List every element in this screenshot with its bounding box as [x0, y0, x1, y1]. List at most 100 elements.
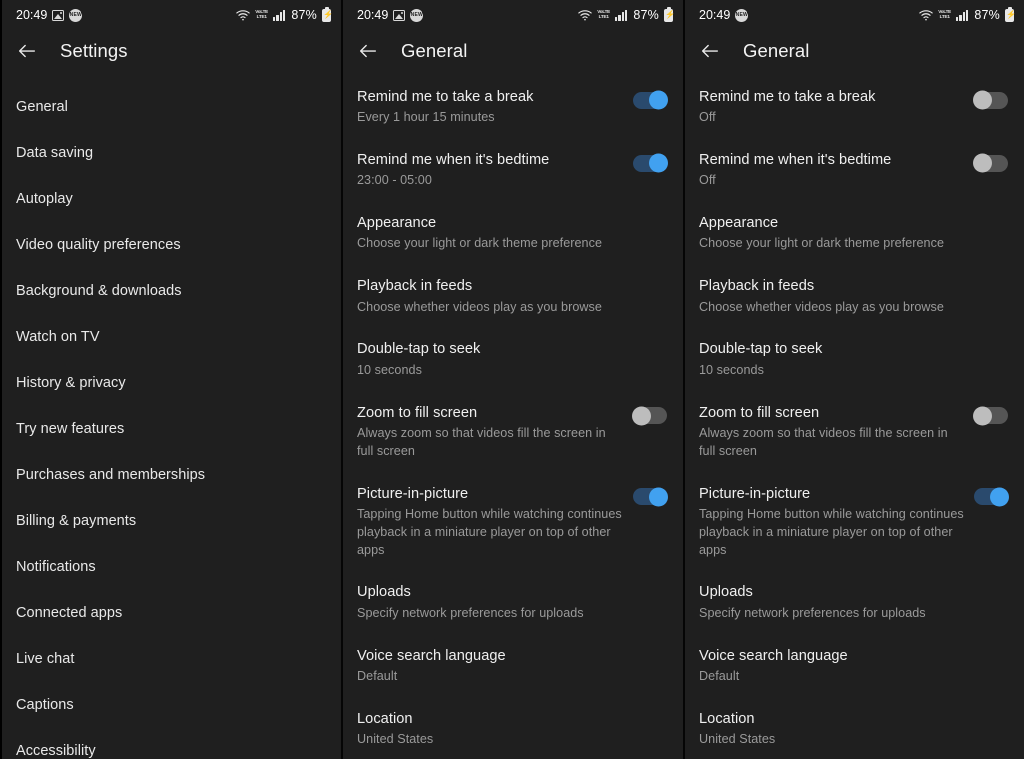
back-arrow-icon[interactable] — [16, 40, 38, 62]
preference-text: Remind me when it's bedtime Off — [699, 151, 974, 190]
image-icon — [393, 9, 406, 21]
preference-subtitle: United States — [357, 731, 434, 746]
preference-row[interactable]: Double-tap to seek 10 seconds — [685, 328, 1024, 391]
multi-screen-container: 20:49 NEW VoLTELTE1 87% Settings General Data … — [0, 0, 1024, 759]
preference-subtitle: Tapping Home button while watching conti… — [357, 506, 622, 557]
preference-row[interactable]: Zoom to fill screen Always zoom so that v… — [685, 392, 1024, 473]
status-bar-clock: 20:49 — [16, 8, 48, 22]
signal-bars-icon — [615, 9, 628, 21]
sidebar-item-captions[interactable]: Captions — [2, 682, 341, 728]
sidebar-item-label: History & privacy — [16, 375, 126, 391]
preference-text: Uploads Specify network preferences for u… — [357, 583, 667, 622]
preference-row[interactable]: Uploads Specify network preferences for u… — [343, 571, 683, 634]
sidebar-item-label: General — [16, 99, 68, 115]
preference-subtitle: Always zoom so that videos fill the scre… — [357, 425, 606, 458]
signal-bars-icon — [956, 9, 969, 21]
preference-row[interactable]: Appearance Choose your light or dark them… — [343, 202, 683, 265]
preference-title: Remind me to take a break — [357, 89, 534, 105]
sidebar-item-autoplay[interactable]: Autoplay — [2, 176, 341, 222]
preference-text: Picture-in-picture Tapping Home button wh… — [699, 485, 974, 560]
preference-row[interactable]: Location United States — [685, 698, 1024, 759]
sidebar-item-notifications[interactable]: Notifications — [2, 544, 341, 590]
toggle-switch-off[interactable] — [973, 406, 1008, 426]
status-bar-left: 20:49 NEW — [357, 8, 424, 22]
preference-row[interactable]: Remind me when it's bedtime Off — [685, 139, 1024, 202]
preference-subtitle: 10 seconds — [699, 362, 764, 377]
preference-text: Appearance Choose your light or dark them… — [357, 214, 667, 253]
preference-row[interactable]: Zoom to fill screen Always zoom so that v… — [343, 392, 683, 473]
preference-title: Zoom to fill screen — [357, 404, 478, 421]
toggle-thumb — [649, 487, 668, 507]
general-panel-reminders-on: 20:49 NEW VoLTELTE1 87% General Remind me to … — [341, 0, 683, 759]
preference-subtitle: Default — [699, 668, 740, 683]
sidebar-item-label: Connected apps — [16, 605, 123, 621]
app-bar: General — [685, 30, 1024, 72]
sidebar-item-general[interactable]: General — [2, 84, 341, 130]
preference-title: Picture-in-picture — [699, 485, 811, 502]
preference-row[interactable]: Remind me to take a break Every 1 hour 15… — [343, 76, 683, 139]
settings-panel: 20:49 NEW VoLTELTE1 87% Settings General Data … — [0, 0, 341, 759]
sidebar-item-data-saving[interactable]: Data saving — [2, 130, 341, 176]
sidebar-item-accessibility[interactable]: Accessibility — [2, 728, 341, 759]
sidebar-item-label: Accessibility — [16, 743, 96, 759]
preference-row[interactable]: Voice search language Default — [685, 635, 1024, 698]
toggle-thumb — [973, 90, 992, 110]
toggle-switch-off[interactable] — [973, 153, 1008, 173]
toggle-thumb — [990, 487, 1009, 507]
preference-title: Playback in feeds — [357, 278, 473, 295]
app-bar: Settings — [2, 30, 341, 72]
sidebar-item-live-chat[interactable]: Live chat — [2, 636, 341, 682]
preference-control — [973, 88, 1008, 110]
toggle-switch-on[interactable] — [633, 487, 668, 507]
preference-subtitle: Tapping Home button while watching conti… — [699, 506, 964, 557]
battery-icon — [1005, 8, 1014, 22]
preference-row[interactable]: Voice search language Default — [343, 635, 683, 698]
signal-bars-icon — [273, 9, 286, 21]
preference-text: Playback in feeds Choose whether videos p… — [357, 277, 667, 316]
status-bar: 20:49 NEW VoLTE LTE1 87% — [2, 0, 341, 30]
preference-control — [633, 88, 668, 110]
toggle-switch-off[interactable] — [632, 406, 667, 426]
status-bar-left: 20:49 NEW — [699, 8, 749, 22]
preference-row[interactable]: Picture-in-picture Tapping Home button wh… — [343, 473, 683, 572]
status-bar-right: VoLTE LTE1 87% — [919, 8, 1014, 22]
back-arrow-icon[interactable] — [699, 40, 721, 62]
preference-subtitle: Choose whether videos play as you browse — [699, 299, 944, 314]
toggle-switch-on[interactable] — [633, 153, 668, 173]
page-title: General — [743, 40, 810, 61]
toggle-switch-off[interactable] — [973, 90, 1008, 110]
preference-subtitle: Off — [699, 173, 716, 188]
back-arrow-icon[interactable] — [357, 40, 379, 62]
preference-row[interactable]: Playback in feeds Choose whether videos p… — [343, 265, 683, 328]
sidebar-item-video-quality-preferences[interactable]: Video quality preferences — [2, 222, 341, 268]
preference-subtitle: Specify network preferences for uploads — [357, 605, 584, 620]
sidebar-item-connected-apps[interactable]: Connected apps — [2, 590, 341, 636]
sidebar-item-label: Purchases and memberships — [16, 467, 206, 483]
sidebar-item-billing-payments[interactable]: Billing & payments — [2, 498, 341, 544]
status-bar: 20:49 NEW VoLTE LTE1 87% — [685, 0, 1024, 30]
preference-text: Voice search language Default — [357, 647, 667, 686]
sidebar-item-watch-on-tv[interactable]: Watch on TV — [2, 314, 341, 360]
sidebar-item-purchases-and-memberships[interactable]: Purchases and memberships — [2, 452, 341, 498]
toggle-thumb — [973, 153, 992, 173]
preference-row[interactable]: Double-tap to seek 10 seconds — [343, 328, 683, 391]
preference-row[interactable]: Location United States — [343, 698, 683, 759]
preference-subtitle: Choose your light or dark theme preferen… — [357, 236, 603, 251]
preference-row[interactable]: Remind me when it's bedtime 23:00 - 05:00 — [343, 139, 683, 202]
sidebar-item-label: Data saving — [16, 145, 94, 161]
sidebar-item-background-downloads[interactable]: Background & downloads — [2, 268, 341, 314]
preference-row[interactable]: Picture-in-picture Tapping Home button wh… — [685, 473, 1024, 572]
sidebar-item-history-privacy[interactable]: History & privacy — [2, 360, 341, 406]
preference-row[interactable]: Uploads Specify network preferences for u… — [685, 571, 1024, 634]
toggle-switch-on[interactable] — [974, 487, 1009, 507]
sidebar-item-label: Autoplay — [16, 191, 73, 207]
preference-row[interactable]: Appearance Choose your light or dark them… — [685, 202, 1024, 265]
toggle-thumb — [973, 406, 992, 426]
preference-text: Zoom to fill screen Always zoom so that v… — [699, 404, 974, 461]
preference-row[interactable]: Playback in feeds Choose whether videos p… — [685, 265, 1024, 328]
preference-subtitle: Default — [357, 668, 398, 683]
preference-subtitle: Always zoom so that videos fill the scre… — [699, 425, 948, 458]
sidebar-item-try-new-features[interactable]: Try new features — [2, 406, 341, 452]
preference-row[interactable]: Remind me to take a break Off — [685, 76, 1024, 139]
toggle-switch-on[interactable] — [633, 90, 668, 110]
